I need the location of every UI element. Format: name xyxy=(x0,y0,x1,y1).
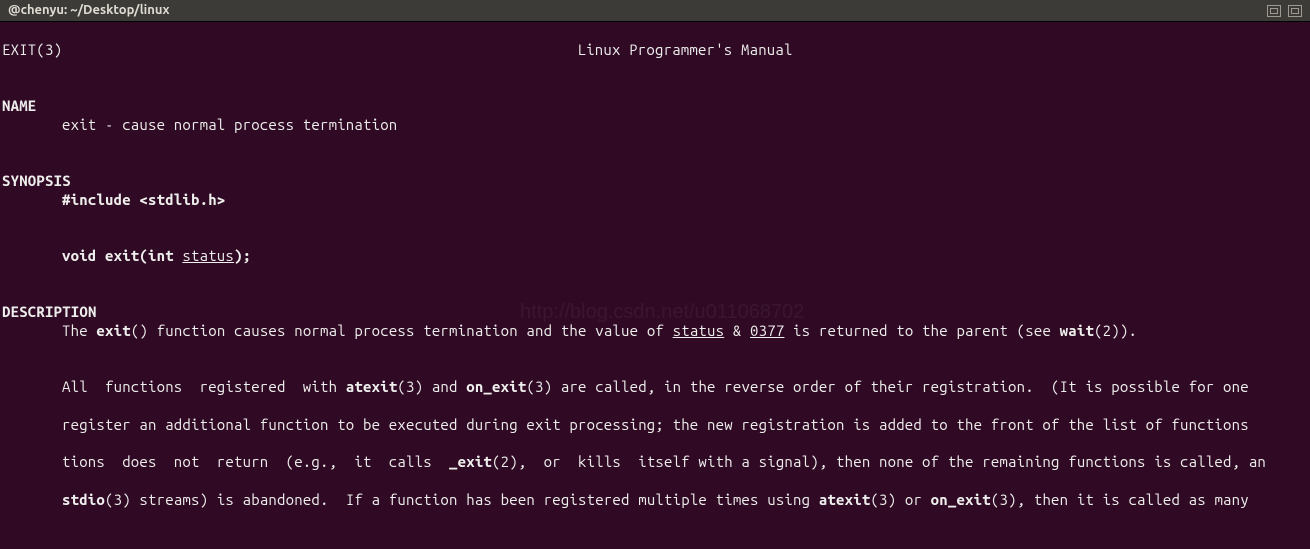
manpage-header: EXIT(3)Linux Programmer's Manual xyxy=(2,41,1308,60)
section-name: NAME xyxy=(2,97,36,114)
desc-para-2: All functions registered with atexit(3) … xyxy=(62,378,1308,397)
workspace-icon[interactable] xyxy=(1267,5,1281,17)
manpage-header-center: Linux Programmer's Manual xyxy=(62,41,1308,60)
window-title: @chenyu: ~/Desktop/linux xyxy=(8,2,170,18)
name-body: exit - cause normal process termination xyxy=(62,116,1308,135)
section-synopsis: SYNOPSIS xyxy=(2,172,71,189)
desc-para-2-l3: tions does not return (e.g., it calls _e… xyxy=(62,453,1308,472)
window-tray-icons xyxy=(1264,5,1302,17)
workspace-icon[interactable] xyxy=(1288,5,1302,17)
synopsis-signature: void exit(int status); xyxy=(62,247,1308,266)
section-description: DESCRIPTION xyxy=(2,303,97,320)
desc-para-1: The exit() function causes normal proces… xyxy=(62,322,1308,341)
window-titlebar: @chenyu: ~/Desktop/linux xyxy=(0,0,1310,22)
desc-para-2-l2: register an additional function to be ex… xyxy=(62,416,1308,435)
manpage-header-left: EXIT(3) xyxy=(2,41,62,60)
synopsis-include: #include <stdlib.h> xyxy=(62,191,1308,210)
terminal-viewport[interactable]: EXIT(3)Linux Programmer's Manual NAME ex… xyxy=(0,22,1310,549)
desc-para-2-l4: stdio(3) streams) is abandoned. If a fun… xyxy=(62,491,1308,510)
